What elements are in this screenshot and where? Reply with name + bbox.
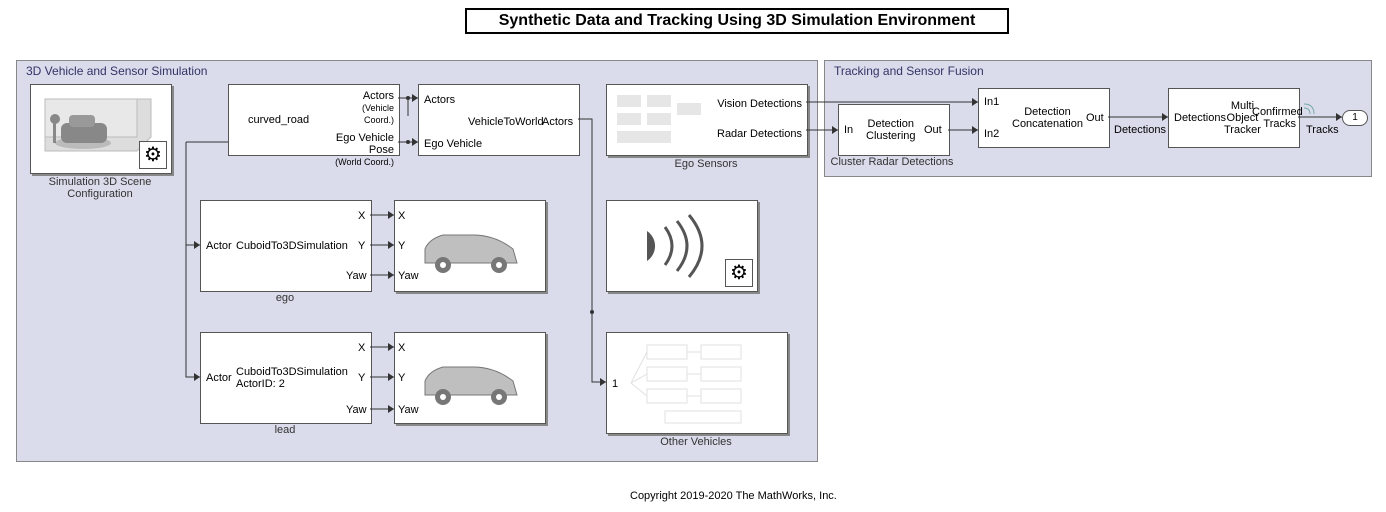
cluster-label: Cluster Radar Detections — [812, 156, 972, 168]
v1-i2: Y — [398, 240, 405, 252]
other-in: 1 — [612, 378, 618, 390]
v2w-in-actors: Actors — [424, 94, 455, 106]
port-actors-out: Actors(Vehicle Coord.) — [360, 90, 394, 126]
lead-in: Actor — [206, 372, 232, 384]
sensors-thumb-icon — [607, 85, 717, 155]
sub-label-right: Tracking and Sensor Fusion — [834, 64, 984, 78]
block-ego-sensors[interactable] — [606, 84, 808, 156]
block-radar-config[interactable]: ⚙ — [606, 200, 758, 292]
v2w-out: Actors — [542, 116, 573, 128]
tracker-out: Confirmed Tracks — [1252, 106, 1296, 130]
lead-label: lead — [200, 424, 370, 436]
v1-i1: X — [398, 210, 405, 222]
block-scene-config[interactable]: ⚙ — [30, 84, 172, 174]
ego-label: ego — [200, 292, 370, 304]
tracker-in: Detections — [1174, 112, 1226, 124]
sens-o1: Vision Detections — [716, 98, 802, 110]
outport-label: Tracks — [1306, 124, 1339, 136]
v2w-name: VehicleToWorld — [468, 116, 544, 128]
subsystem-thumb-icon — [607, 333, 787, 433]
copyright-text: Copyright 2019-2020 The MathWorks, Inc. — [630, 490, 837, 502]
outport-tracks[interactable]: 1 — [1342, 110, 1368, 126]
sub-label-left: 3D Vehicle and Sensor Simulation — [26, 64, 207, 78]
concat-i2: In2 — [984, 128, 999, 140]
ego-o3: Yaw — [346, 270, 367, 282]
sensors-label: Ego Sensors — [626, 158, 786, 170]
other-label: Other Vehicles — [616, 436, 776, 448]
sens-o2: Radar Detections — [716, 128, 802, 140]
sig-detections: Detections — [1114, 124, 1166, 136]
ego-o1: X — [358, 210, 365, 222]
block-other-vehicles[interactable] — [606, 332, 788, 434]
cluster-out: Out — [924, 124, 942, 136]
ego-name: CuboidTo3DSimulation — [236, 240, 348, 252]
lead-o2: Y — [358, 372, 365, 384]
port-ego-pose-out: Ego Vehicle Pose(World Coord.) — [310, 132, 394, 168]
scenario-name: curved_road — [248, 114, 309, 126]
scene-config-label: Simulation 3D Scene Configuration — [20, 176, 180, 200]
lead-name: CuboidTo3DSimulationActorID: 2 — [236, 366, 348, 390]
v2-i3: Yaw — [398, 404, 419, 416]
concat-name: Detection Concatenation — [1012, 106, 1083, 130]
ego-o2: Y — [358, 240, 365, 252]
diagram-canvas: Synthetic Data and Tracking Using 3D Sim… — [0, 0, 1386, 512]
v1-i3: Yaw — [398, 270, 419, 282]
concat-i1: In1 — [984, 96, 999, 108]
gear-icon: ⚙ — [725, 259, 753, 287]
v2-i1: X — [398, 342, 405, 354]
cluster-name: Detection Clustering — [866, 118, 916, 142]
v2w-in-ego: Ego Vehicle — [424, 138, 482, 150]
lead-o3: Yaw — [346, 404, 367, 416]
diagram-title: Synthetic Data and Tracking Using 3D Sim… — [465, 8, 1009, 34]
lead-o1: X — [358, 342, 365, 354]
gear-icon: ⚙ — [139, 141, 167, 169]
cluster-in: In — [844, 124, 853, 136]
ego-in: Actor — [206, 240, 232, 252]
v2-i2: Y — [398, 372, 405, 384]
concat-out: Out — [1086, 112, 1104, 124]
